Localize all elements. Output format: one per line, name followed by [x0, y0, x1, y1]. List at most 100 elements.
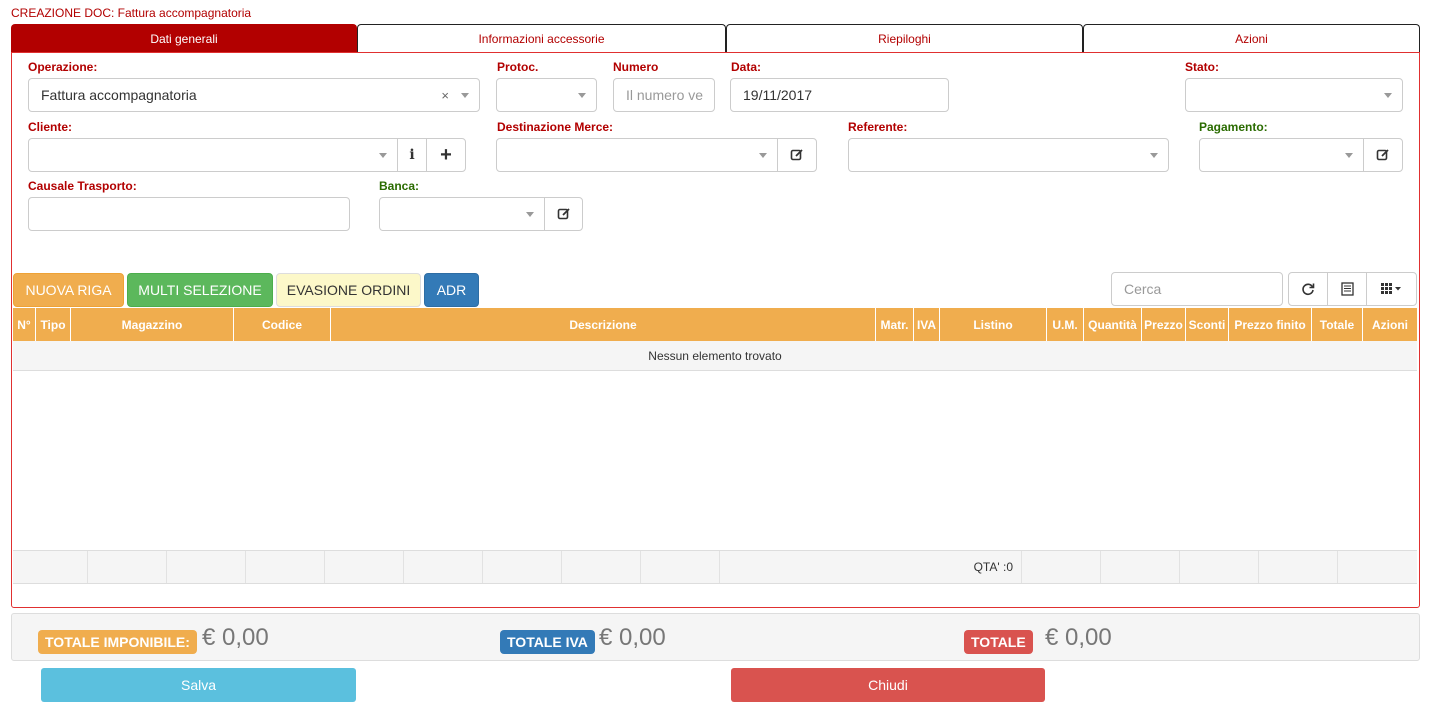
edit-icon: [1376, 149, 1389, 161]
grid-icon: [1380, 283, 1401, 294]
destinazione-label: Destinazione Merce:: [497, 120, 614, 134]
protoc-select[interactable]: [496, 78, 597, 112]
column-header[interactable]: Sconti: [1186, 308, 1229, 341]
stato-select[interactable]: [1185, 78, 1403, 112]
chevron-down-icon: [379, 153, 387, 158]
table-header: N° Tipo Magazzino Codice Descrizione Mat…: [13, 308, 1417, 341]
footer-cell: [641, 551, 720, 583]
edit-icon: [790, 149, 803, 161]
page-title: CREAZIONE DOC: Fattura accompagnatoria: [11, 6, 252, 20]
footer-cell: [562, 551, 641, 583]
tab-riepiloghi[interactable]: Riepiloghi: [726, 24, 1083, 53]
operazione-select[interactable]: Fattura accompagnatoria ×: [28, 78, 480, 112]
footer-cell: [325, 551, 404, 583]
column-header[interactable]: U.M.: [1047, 308, 1084, 341]
chevron-down-icon: [526, 212, 534, 217]
totale-imponibile-badge: TOTALE IMPONIBILE:: [38, 630, 197, 654]
search-input[interactable]: Cerca: [1111, 272, 1283, 306]
totale-badge: TOTALE: [964, 630, 1033, 654]
pagamento-select[interactable]: [1199, 138, 1364, 172]
destinazione-select[interactable]: [496, 138, 778, 172]
column-header[interactable]: Matr.: [876, 308, 914, 341]
numero-label: Numero: [613, 60, 659, 74]
column-header[interactable]: Descrizione: [331, 308, 876, 341]
column-header[interactable]: N°: [13, 308, 36, 341]
footer-cell: [483, 551, 562, 583]
edit-icon: [557, 208, 570, 220]
footer-cell: [88, 551, 167, 583]
pagamento-edit-button[interactable]: [1363, 138, 1403, 172]
data-label: Data:: [731, 60, 762, 74]
footer-cell: [404, 551, 483, 583]
chevron-down-icon: [759, 153, 767, 158]
cliente-label: Cliente:: [28, 120, 73, 134]
column-header[interactable]: Tipo: [36, 308, 71, 341]
chevron-down-icon: [1384, 93, 1392, 98]
data-input[interactable]: 19/11/2017: [730, 78, 949, 112]
column-header[interactable]: Magazzino: [71, 308, 234, 341]
search-placeholder: Cerca: [1124, 281, 1162, 297]
salva-button[interactable]: Salva: [41, 668, 356, 702]
referente-label: Referente:: [848, 120, 908, 134]
cliente-info-button[interactable]: i: [397, 138, 427, 172]
numero-placeholder: Il numero ve: [626, 87, 704, 103]
footer-cell: [1101, 551, 1180, 583]
referente-select[interactable]: [848, 138, 1169, 172]
chevron-down-icon: [461, 93, 469, 98]
numero-input[interactable]: Il numero ve: [613, 78, 715, 112]
tab-azioni[interactable]: Azioni: [1083, 24, 1420, 53]
column-header[interactable]: Quantità: [1084, 308, 1142, 341]
column-header[interactable]: Prezzo: [1142, 308, 1186, 341]
table-footer: QTA' :0: [13, 550, 1417, 584]
destinazione-edit-button[interactable]: [777, 138, 817, 172]
chevron-down-icon: [1345, 153, 1353, 158]
chevron-down-icon: [578, 93, 586, 98]
refresh-button[interactable]: [1288, 272, 1328, 306]
tab-bar: Dati generali Informazioni accessorie Ri…: [11, 24, 1420, 53]
plus-icon: +: [440, 143, 452, 166]
evasione-ordini-button[interactable]: EVASIONE ORDINI: [276, 273, 421, 307]
column-header[interactable]: Listino: [940, 308, 1047, 341]
column-header[interactable]: Codice: [234, 308, 331, 341]
pagamento-label: Pagamento:: [1199, 120, 1268, 134]
causale-input[interactable]: [28, 197, 350, 231]
totale-imponibile-value: € 0,00: [202, 624, 269, 651]
info-icon: i: [409, 147, 415, 163]
banca-select[interactable]: [379, 197, 545, 231]
nuova-riga-button[interactable]: NUOVA RIGA: [13, 273, 124, 307]
list-icon: [1340, 282, 1354, 296]
totale-iva-badge: TOTALE IVA: [500, 630, 595, 654]
tab-dati-generali[interactable]: Dati generali: [11, 24, 357, 53]
footer-qta: QTA' :0: [720, 551, 1022, 583]
footer-cell: [1259, 551, 1338, 583]
totals-bar: TOTALE IMPONIBILE: € 0,00 TOTALE IVA € 0…: [11, 613, 1420, 661]
operazione-label: Operazione:: [28, 60, 98, 74]
totale-value: € 0,00: [1045, 624, 1112, 651]
stato-label: Stato:: [1185, 60, 1219, 74]
clear-icon[interactable]: ×: [441, 88, 449, 103]
empty-table-message: Nessun elemento trovato: [13, 341, 1417, 371]
column-header[interactable]: IVA: [914, 308, 940, 341]
protoc-label: Protoc.: [497, 60, 539, 74]
column-header[interactable]: Prezzo finito: [1229, 308, 1312, 341]
footer-cell: [13, 551, 88, 583]
cliente-add-button[interactable]: +: [426, 138, 466, 172]
causale-label: Causale Trasporto:: [28, 179, 137, 193]
footer-cell: [1338, 551, 1417, 583]
multi-selezione-button[interactable]: MULTI SELEZIONE: [127, 273, 273, 307]
cliente-select[interactable]: [28, 138, 398, 172]
banca-label: Banca:: [379, 179, 420, 193]
banca-edit-button[interactable]: [544, 197, 583, 231]
footer-cell: [167, 551, 246, 583]
footer-cell: [1022, 551, 1101, 583]
chiudi-button[interactable]: Chiudi: [731, 668, 1045, 702]
column-header[interactable]: Totale: [1312, 308, 1363, 341]
totale-iva-value: € 0,00: [599, 624, 666, 651]
column-header[interactable]: Azioni: [1363, 308, 1417, 341]
refresh-icon: [1302, 283, 1315, 296]
adr-button[interactable]: ADR: [424, 273, 479, 307]
toggle-view-button[interactable]: [1327, 272, 1367, 306]
tab-informazioni-accessorie[interactable]: Informazioni accessorie: [357, 24, 726, 53]
data-value: 19/11/2017: [743, 87, 813, 103]
columns-button[interactable]: [1366, 272, 1417, 306]
